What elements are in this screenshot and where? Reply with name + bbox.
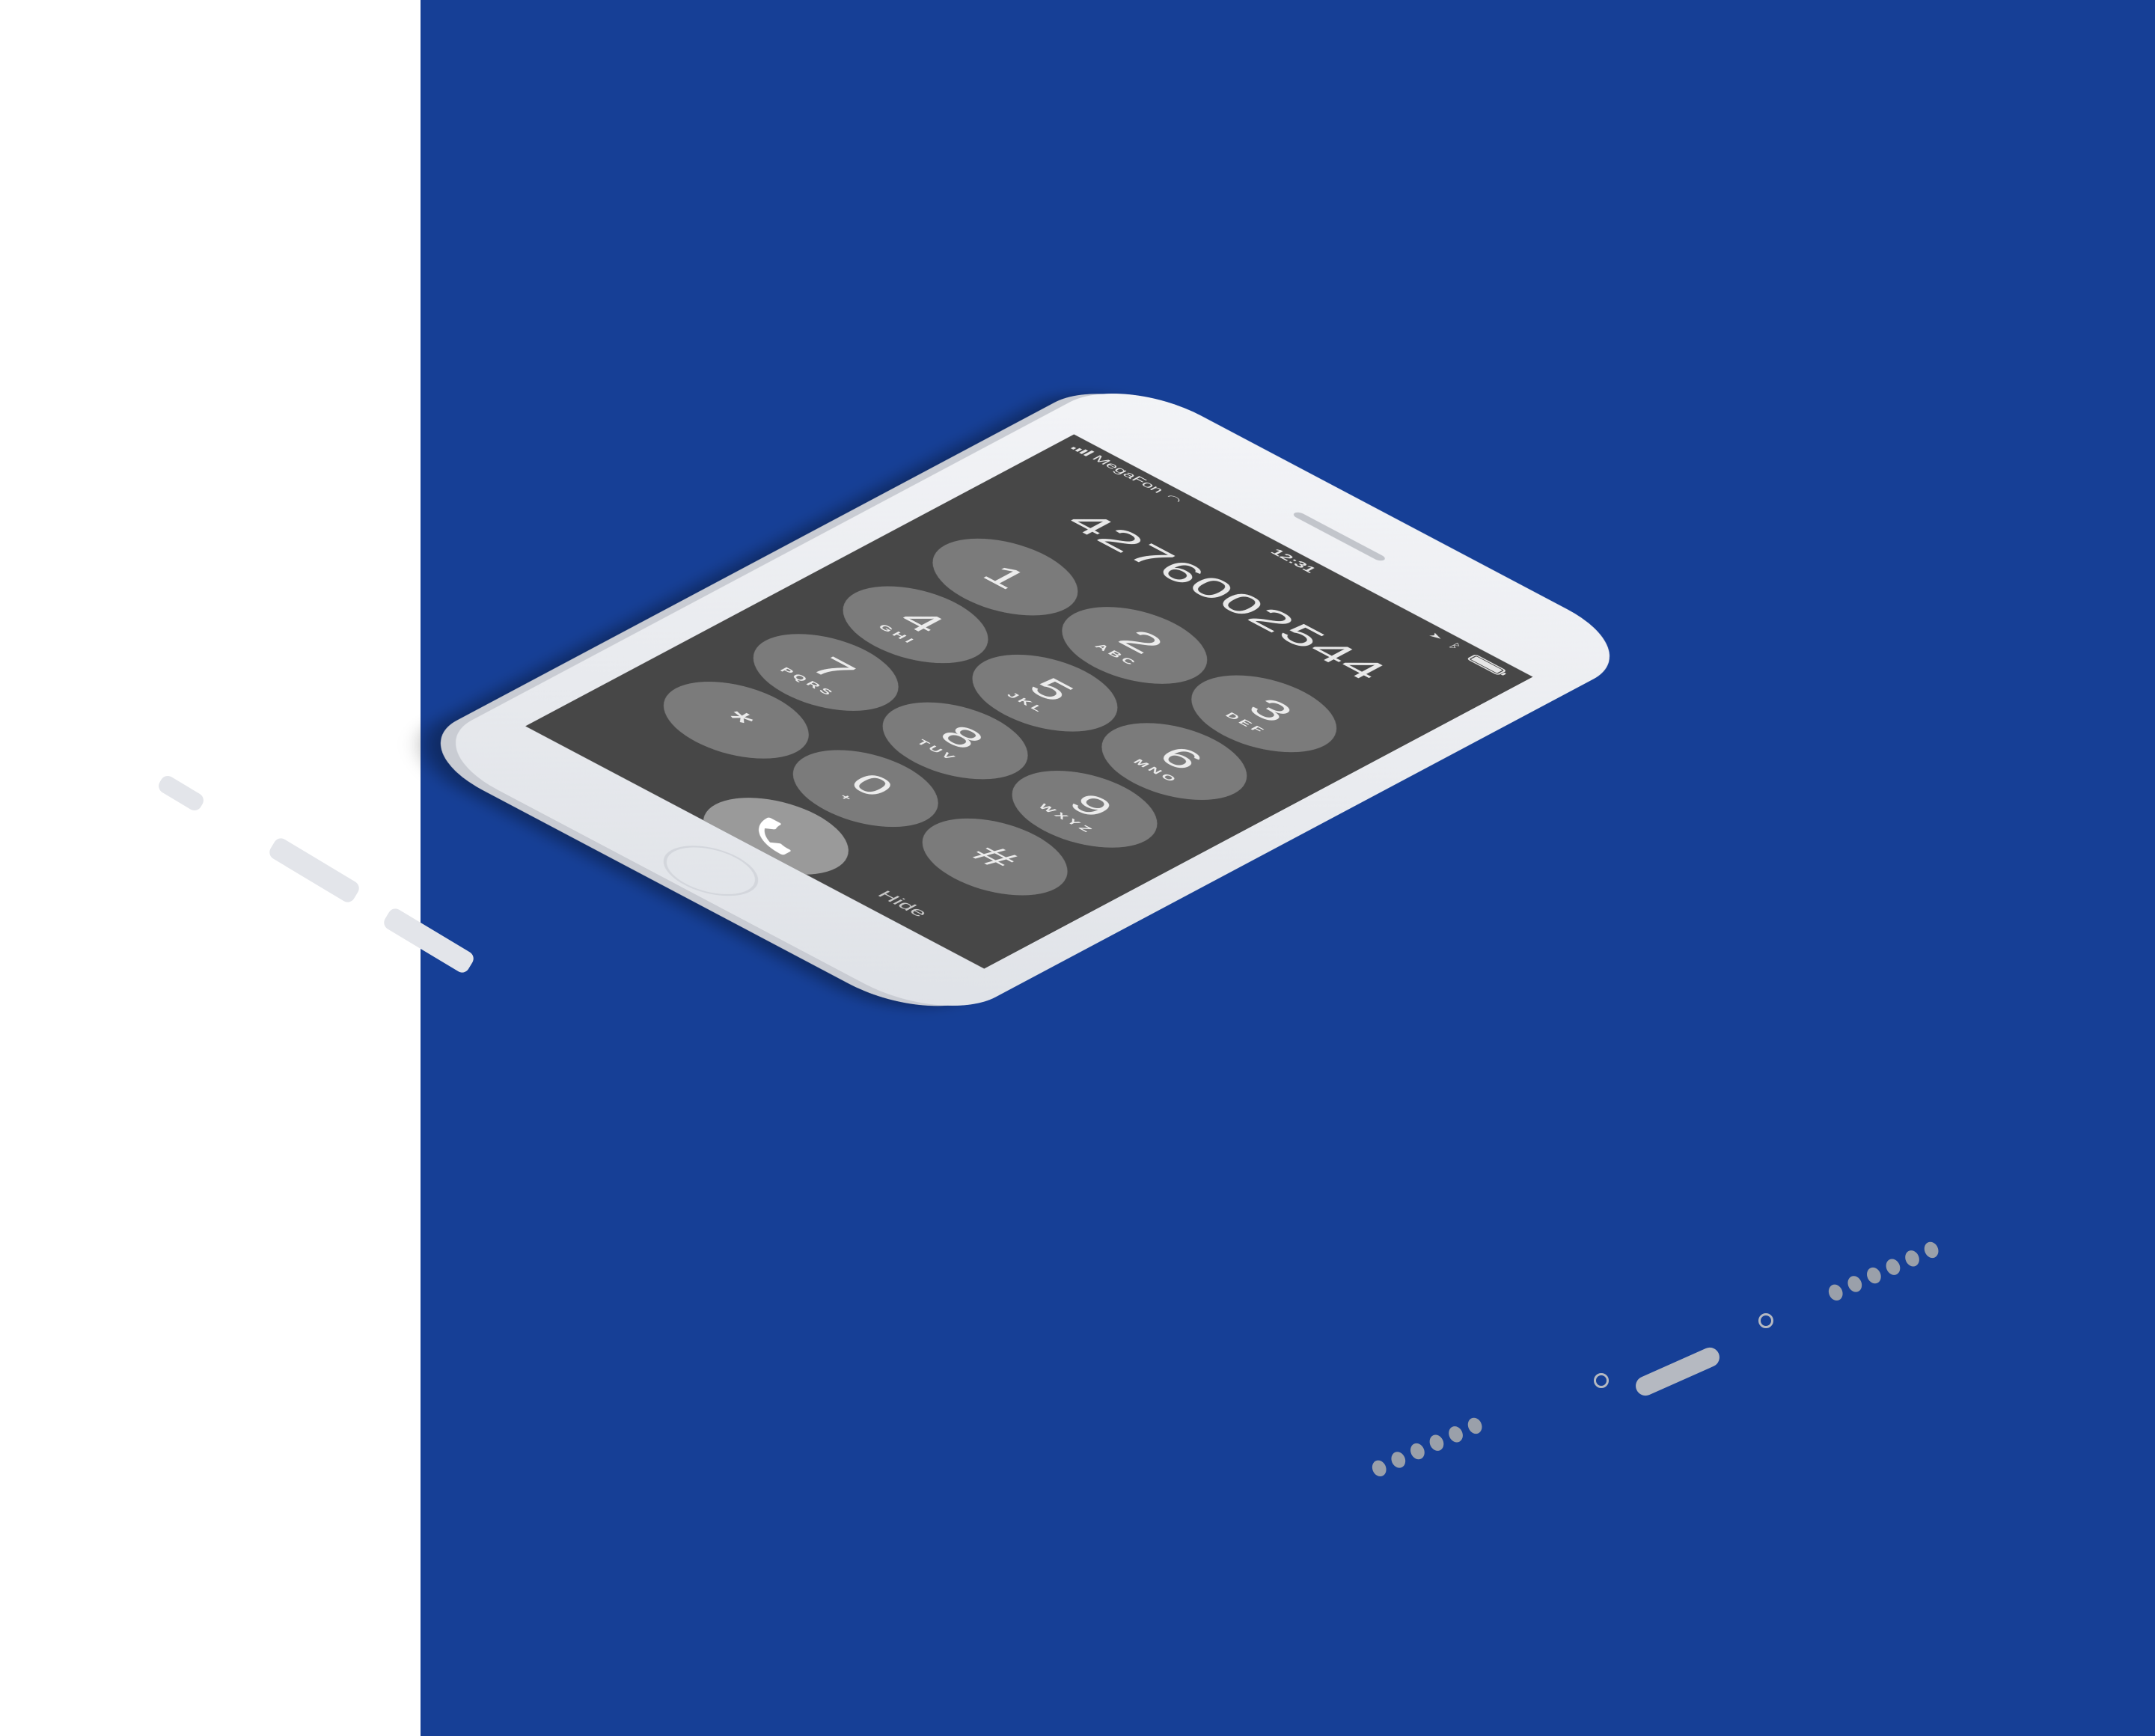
key-digit: # <box>962 839 1028 875</box>
phone-icon <box>759 817 791 855</box>
earpiece-speaker <box>1291 511 1388 562</box>
screw-right <box>1758 1313 1773 1328</box>
key-digit: 1 <box>972 559 1039 595</box>
key-digit: * <box>707 704 765 736</box>
hide-keypad-button[interactable]: Hide <box>873 888 932 920</box>
screw-left <box>1594 1373 1609 1388</box>
background-white <box>0 0 421 1736</box>
